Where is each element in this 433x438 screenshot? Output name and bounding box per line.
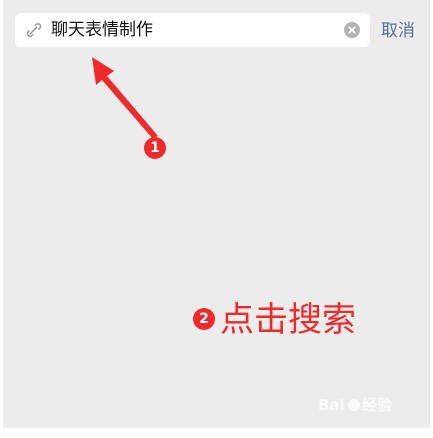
step-2-annotation-text: 点击搜索 [220, 300, 356, 340]
svg-text:经验: 经验 [362, 396, 393, 414]
step-2-badge: 2 [193, 308, 215, 330]
baidu-watermark-logo: Bai 经验 [318, 396, 393, 414]
svg-text:Bai: Bai [318, 396, 345, 414]
step-1-badge: 1 [144, 137, 166, 159]
annotation-arrow [92, 57, 158, 139]
